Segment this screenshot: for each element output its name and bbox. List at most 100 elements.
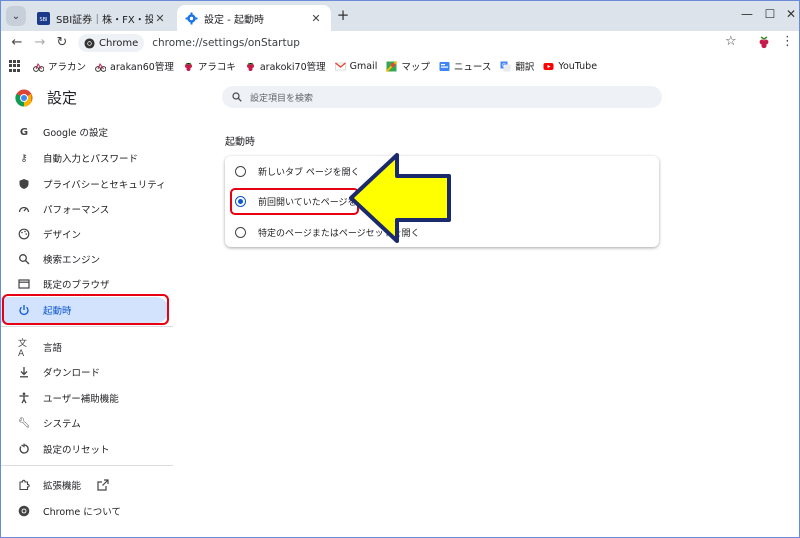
startup-option-new-tab[interactable]: 新しいタブ ページを開く — [235, 160, 360, 182]
sidebar-item-privacy[interactable]: プライバシーとセキュリティ — [1, 171, 169, 197]
bookmark-label: Gmail — [349, 60, 378, 72]
sidebar-item-google[interactable]: G Google の設定 — [1, 119, 169, 145]
sidebar-item-downloads[interactable]: ダウンロード — [1, 359, 169, 385]
section-title: 起動時 — [225, 137, 255, 148]
close-icon: ✕ — [785, 7, 797, 21]
palette-icon — [18, 228, 30, 240]
toolbar: ← → ↻ Chrome chrome://settings/onStartup… — [1, 31, 799, 55]
raspberry-icon — [184, 62, 192, 71]
bookmark-item[interactable]: arakoki70管理 — [245, 59, 326, 73]
svg-text:SBI: SBI — [39, 17, 47, 23]
sidebar-item-accessibility[interactable]: ユーザー補助機能 — [1, 385, 169, 411]
tab-title: SBI証券｜株・FX・投資信託・ — [56, 14, 153, 26]
reload-button[interactable]: ↻ — [53, 34, 71, 52]
close-window-button[interactable]: ✕ — [783, 7, 799, 21]
site-info-chip[interactable]: Chrome — [78, 34, 145, 52]
tab-search-button[interactable]: ⌄ — [6, 6, 26, 26]
maximize-icon: ☐ — [764, 7, 776, 21]
radio-button[interactable] — [235, 165, 246, 177]
tab-title: 設定 - 起動時 — [204, 14, 264, 26]
sidebar-item-search-engine[interactable]: 検索エンジン — [1, 246, 169, 272]
tab-strip: ⌄ SBI SBI証券｜株・FX・投資信託・ ✕ 設定 - 起動時 ✕ — [1, 1, 799, 31]
url-text: chrome://settings/onStartup — [152, 37, 300, 49]
wrench-icon: 🔧︎ — [17, 417, 31, 429]
gmail-icon — [334, 61, 346, 70]
sidebar-item-label: ユーザー補助機能 — [43, 394, 119, 405]
sidebar-item-system[interactable]: 🔧︎ システム — [1, 410, 169, 436]
search-icon — [19, 254, 30, 265]
sidebar-item-autofill[interactable]: ⚷ 自動入力とパスワード — [1, 145, 169, 171]
sidebar-item-about-chrome[interactable]: Chrome について — [1, 498, 169, 524]
browser-window: ⌄ SBI SBI証券｜株・FX・投資信託・ ✕ 設定 - 起動時 ✕ — [0, 0, 800, 538]
bookmark-item[interactable]: Gmail — [334, 60, 378, 72]
bookmark-item[interactable]: アラコキ — [183, 59, 236, 73]
more-menu-icon[interactable]: ⋮ — [781, 34, 794, 49]
reset-icon — [19, 443, 29, 454]
shield-icon — [19, 179, 29, 189]
yellow-arrow-annotation — [349, 153, 451, 243]
forward-button[interactable]: → — [31, 34, 49, 52]
sidebar-item-performance[interactable]: パフォーマンス — [1, 196, 169, 222]
sidebar-item-label: システム — [43, 419, 81, 430]
bookmark-item[interactable]: YouTube — [543, 61, 597, 72]
arrow-right-icon: → — [34, 35, 46, 50]
close-icon[interactable]: ✕ — [153, 12, 167, 25]
svg-text:G: G — [502, 63, 506, 69]
sidebar-item-appearance[interactable]: デザイン — [1, 221, 169, 247]
bookmark-label: arakoki70管理 — [259, 62, 326, 73]
address-bar[interactable]: Chrome chrome://settings/onStartup — [76, 33, 746, 53]
translate-icon: G — [500, 61, 511, 71]
sidebar-highlight-box — [2, 294, 169, 325]
chrome-logo-icon — [15, 89, 33, 107]
chevron-down-icon: ⌄ — [11, 10, 21, 22]
bicycle-icon — [33, 62, 44, 72]
settings-header: 設定 — [15, 87, 77, 108]
reload-icon: ↻ — [56, 35, 68, 50]
news-icon — [439, 61, 450, 71]
sidebar-item-label: 既定のブラウザ — [43, 280, 110, 291]
google-g-icon: G — [19, 126, 29, 138]
bookmarks-bar: アラカン arakan60管理 アラコキ arakoki70管理 Gmail マ… — [1, 55, 799, 77]
search-placeholder: 設定項目を検索 — [250, 93, 314, 104]
bookmark-star-icon[interactable]: ☆ — [725, 34, 737, 49]
bookmark-item[interactable]: マップ — [386, 59, 430, 73]
bookmark-item[interactable]: ニュース — [439, 59, 492, 73]
tab-settings[interactable]: 設定 - 起動時 ✕ — [177, 5, 331, 31]
sidebar-item-label: Google の設定 — [43, 128, 109, 139]
sidebar-item-label: 拡張機能 — [43, 481, 82, 492]
translate-icon: 文A — [18, 338, 28, 359]
option-highlight-box — [230, 188, 359, 215]
new-tab-button[interactable]: + — [334, 7, 352, 25]
bookmark-item[interactable]: アラカン — [33, 59, 86, 73]
bookmark-item[interactable]: G 翻訳 — [500, 59, 534, 73]
key-icon: ⚷ — [20, 152, 28, 164]
radio-button[interactable] — [235, 226, 246, 238]
sidebar-item-label: 言語 — [43, 343, 63, 354]
sbi-favicon-icon: SBI — [37, 11, 50, 25]
sidebar-divider — [1, 326, 173, 327]
bookmark-item[interactable]: arakan60管理 — [95, 59, 174, 73]
sidebar-item-reset[interactable]: 設定のリセット — [1, 436, 169, 462]
sidebar-item-languages[interactable]: 文A 言語 — [1, 334, 169, 360]
bookmark-label: YouTube — [558, 60, 598, 72]
maps-icon — [386, 60, 398, 72]
sidebar-item-label: パフォーマンス — [43, 205, 110, 216]
tab-sbi[interactable]: SBI SBI証券｜株・FX・投資信託・ ✕ — [29, 5, 175, 31]
page-title: 設定 — [47, 89, 78, 107]
youtube-icon — [543, 62, 554, 70]
maximize-button[interactable]: ☐ — [762, 7, 778, 21]
settings-search-input[interactable]: 設定項目を検索 — [222, 86, 662, 108]
close-icon[interactable]: ✕ — [309, 12, 323, 25]
search-icon — [232, 92, 242, 102]
bookmark-label: ニュース — [453, 62, 492, 73]
apps-grid-icon[interactable] — [9, 60, 21, 72]
raspberry-avatar-icon[interactable] — [756, 34, 772, 50]
sidebar-item-extensions[interactable]: 拡張機能 — [1, 472, 169, 498]
back-button[interactable]: ← — [8, 34, 26, 52]
sidebar-item-label: 設定のリセット — [43, 445, 110, 456]
raspberry-icon — [246, 62, 254, 71]
sidebar-item-label: プライバシーとセキュリティ — [43, 180, 166, 191]
sidebar-item-label: ダウンロード — [43, 368, 101, 379]
arrow-left-icon: ← — [11, 35, 23, 50]
minimize-button[interactable]: — — [739, 7, 755, 21]
